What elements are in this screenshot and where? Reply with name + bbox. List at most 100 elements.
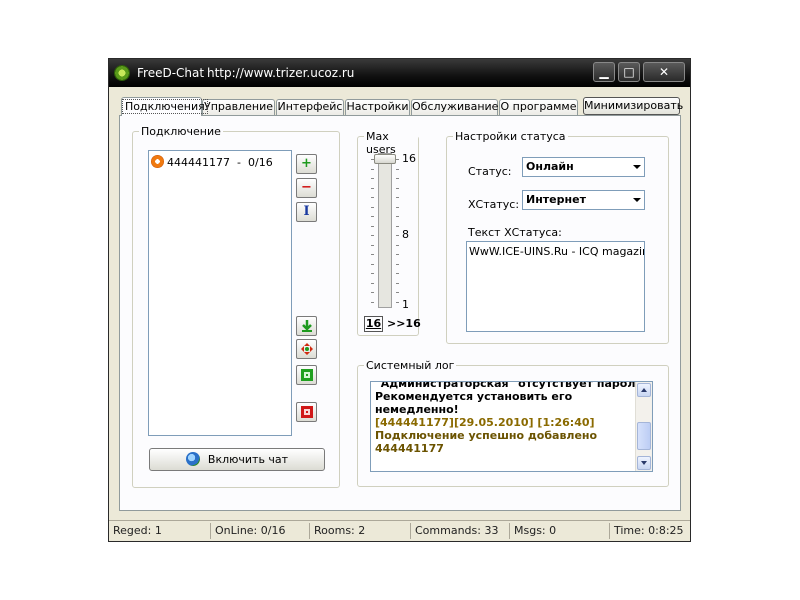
status-settings-group: Настройки статуса Статус: Онлайн XСтатус…: [446, 130, 669, 344]
list-item[interactable]: 444441177 - 0/16: [151, 155, 273, 169]
slider-tick: [371, 206, 374, 208]
slider-tick: [396, 302, 399, 303]
status-settings-legend: Настройки статуса: [453, 130, 568, 143]
slider-tick: [371, 282, 374, 284]
chevron-down-icon: [633, 165, 641, 169]
rename-connection-button[interactable]: I: [296, 202, 317, 222]
maximize-window-button[interactable]: □: [618, 62, 640, 82]
tab-interface[interactable]: Интерфейс: [276, 99, 344, 115]
connections-legend: Подключение: [139, 125, 223, 138]
tab-connections[interactable]: Подключения: [121, 97, 208, 116]
tab-settings[interactable]: Настройки: [345, 99, 410, 115]
slider-tick: [396, 263, 399, 265]
remove-connection-button[interactable]: −: [296, 178, 317, 198]
slider-tick: [396, 244, 399, 246]
slider-tick: [371, 225, 374, 227]
minus-icon: −: [301, 180, 312, 195]
slider-tick: [371, 216, 374, 218]
xstatus-select-value: Интернет: [526, 193, 586, 206]
log-line: Рекомендуется установить его: [375, 390, 573, 403]
window-url: http://www.trizer.ucoz.ru: [207, 66, 355, 80]
enable-chat-button[interactable]: Включить чат: [149, 448, 325, 471]
move-arrows-icon: [300, 343, 313, 355]
max-users-value[interactable]: 16: [364, 316, 383, 332]
slider-tick: [371, 302, 374, 303]
slider-tick: [396, 206, 399, 208]
status-label: Статус:: [468, 165, 512, 178]
scroll-down-button[interactable]: [637, 456, 651, 470]
slider-tick: [396, 168, 399, 170]
icq-flower-icon: [151, 155, 164, 168]
max-users-arrow-text: >>16: [387, 317, 421, 330]
slider-tick: [396, 235, 399, 237]
close-window-button[interactable]: ✕: [643, 62, 685, 82]
maximize-icon: □: [623, 65, 635, 79]
system-log-group: Системный лог "Администраторская" отсутс…: [357, 359, 669, 487]
connection-separator: -: [237, 156, 241, 169]
slider-tick: [371, 168, 374, 170]
max-users-slider-thumb[interactable]: [374, 154, 396, 164]
connection-count: 0/16: [247, 156, 273, 169]
green-square-icon: [300, 369, 313, 381]
log-line: 444441177: [375, 442, 444, 455]
slider-tick: [396, 254, 399, 256]
slider-tick: [371, 197, 374, 199]
red-square-icon: [300, 406, 313, 418]
status-rooms: Rooms: 2: [309, 523, 410, 539]
connections-list[interactable]: 444441177 - 0/16: [148, 150, 292, 436]
max-users-slider-track[interactable]: [378, 153, 392, 308]
slider-tick: [396, 216, 399, 218]
slider-tick: [371, 235, 374, 237]
slider-tick: [371, 292, 374, 294]
slider-tick: [371, 178, 374, 180]
tab-about[interactable]: О программе: [499, 99, 578, 115]
status-commands: Commands: 33: [410, 523, 509, 539]
slider-tick: [371, 187, 374, 189]
tab-maintenance[interactable]: Обслуживание: [411, 99, 498, 115]
log-line: "Администраторская" отсутствует пароль!: [375, 381, 648, 390]
xstatus-text-label: Текст XСтатуса:: [468, 226, 562, 239]
slider-tick: [396, 273, 399, 275]
minimize-window-button[interactable]: ▁: [593, 62, 615, 82]
slider-tick: [396, 178, 399, 180]
globe-icon: [185, 452, 200, 466]
system-log[interactable]: "Администраторская" отсутствует пароль! Р…: [370, 381, 653, 472]
xstatus-text-input[interactable]: WwW.ICE-UINS.Ru - ICQ magazin: [466, 241, 645, 332]
status-bar: Reged: 1 OnLine: 0/16 Rooms: 2 Commands:…: [109, 520, 690, 541]
status-select[interactable]: Онлайн: [522, 157, 645, 177]
status-msgs: Msgs: 0: [509, 523, 609, 539]
tab-panel-connections: Подключение 444441177 - 0/16 + − I Включ…: [119, 115, 681, 511]
window-title: FreeD-Chat: [137, 66, 205, 80]
xstatus-select[interactable]: Интернет: [522, 190, 645, 210]
arrow-up-icon: [641, 388, 647, 392]
slider-tick: [396, 159, 399, 160]
slider-tick: [371, 254, 374, 256]
stop-button[interactable]: [296, 402, 317, 422]
slider-tick: [396, 187, 399, 189]
down-arrow-icon: [301, 320, 312, 332]
max-users-group: Max users 16 8 1 16 >>16: [357, 130, 421, 336]
tab-control[interactable]: Управление: [202, 99, 275, 115]
minimize-app-button[interactable]: Минимизировать: [583, 97, 683, 115]
move-button[interactable]: [296, 339, 317, 359]
text-cursor-icon: I: [303, 204, 310, 219]
log-scrollbar[interactable]: [635, 382, 652, 471]
slider-tick: [371, 273, 374, 275]
slider-mid-label: 8: [402, 228, 409, 241]
app-icon: [114, 65, 130, 81]
slider-tick: [371, 263, 374, 265]
log-line: немедленно!: [375, 403, 459, 416]
scroll-thumb[interactable]: [637, 422, 651, 450]
add-connection-button[interactable]: +: [296, 154, 317, 174]
minimize-icon: ▁: [599, 65, 609, 79]
connections-group: Подключение 444441177 - 0/16 + − I Включ…: [132, 125, 340, 488]
xstatus-label: XСтатус:: [468, 198, 520, 211]
slider-tick: [371, 159, 374, 160]
slider-tick: [371, 244, 374, 246]
title-bar[interactable]: FreeD-Chat http://www.trizer.ucoz.ru ▁ □…: [109, 59, 690, 87]
slider-min-label: 1: [402, 298, 409, 311]
download-button[interactable]: [296, 316, 317, 336]
connection-uin: 444441177: [167, 156, 230, 169]
start-button[interactable]: [296, 365, 317, 385]
scroll-up-button[interactable]: [637, 383, 651, 397]
